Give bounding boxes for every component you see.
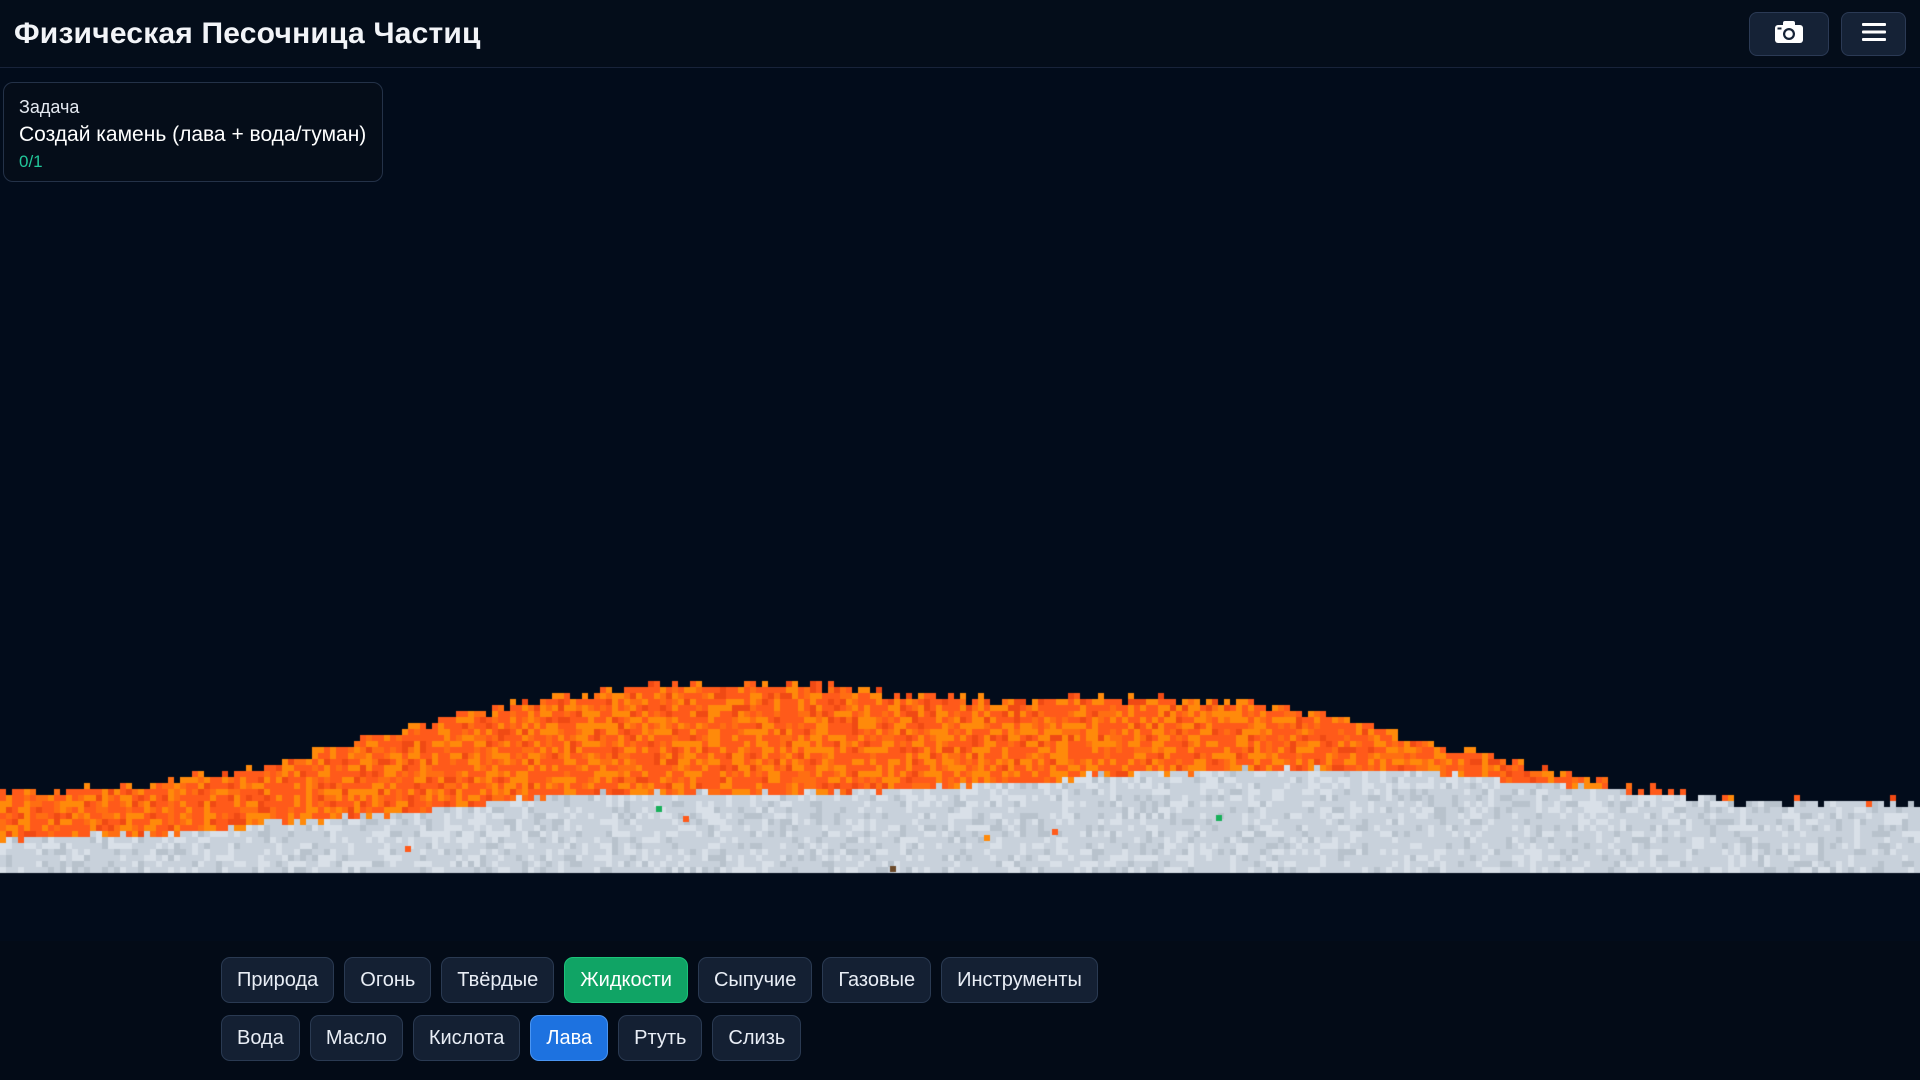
simulation-canvas[interactable] (0, 69, 1920, 941)
task-heading: Задача (19, 97, 80, 117)
category-fire[interactable]: Огонь (344, 957, 432, 1003)
menu-button[interactable] (1841, 12, 1906, 56)
category-tabs: Природа Огонь Твёрдые Жидкости Сыпучие Г… (221, 957, 1098, 1003)
element-buttons: Вода Масло Кислота Лава Ртуть Слизь (221, 1015, 802, 1061)
element-lava[interactable]: Лава (530, 1015, 609, 1061)
task-description: Создай камень (лава + вода/туман) (19, 123, 367, 146)
element-oil[interactable]: Масло (309, 1015, 403, 1061)
top-bar: Физическая Песочница Частиц (0, 0, 1920, 68)
element-slime[interactable]: Слизь (712, 1015, 802, 1061)
category-nature[interactable]: Природа (221, 957, 335, 1003)
element-mercury[interactable]: Ртуть (618, 1015, 703, 1061)
category-gases[interactable]: Газовые (822, 957, 932, 1003)
element-picker-panel: Природа Огонь Твёрдые Жидкости Сыпучие Г… (0, 941, 1920, 1080)
camera-icon (1773, 19, 1805, 50)
element-acid[interactable]: Кислота (412, 1015, 521, 1061)
task-progress: 0/1 (19, 152, 43, 171)
category-tools[interactable]: Инструменты (941, 957, 1098, 1003)
category-liquids[interactable]: Жидкости (564, 957, 688, 1003)
task-panel: Задача Создай камень (лава + вода/туман)… (3, 82, 383, 182)
screenshot-button[interactable] (1749, 12, 1829, 56)
app-title: Физическая Песочница Частиц (14, 17, 481, 50)
category-powders[interactable]: Сыпучие (697, 957, 813, 1003)
element-water[interactable]: Вода (221, 1015, 300, 1061)
hamburger-menu-icon (1861, 21, 1887, 48)
category-solids[interactable]: Твёрдые (441, 957, 555, 1003)
